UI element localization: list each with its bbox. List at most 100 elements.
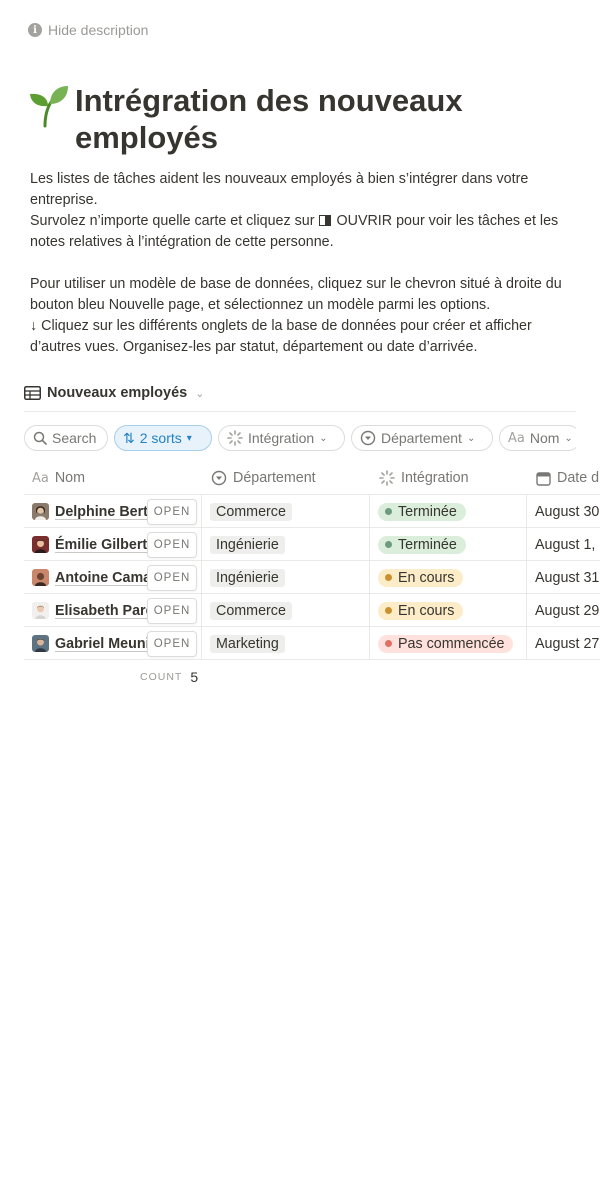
department-tag: Ingénierie bbox=[210, 535, 285, 554]
open-button[interactable]: OPEN bbox=[147, 565, 197, 591]
table-row[interactable]: Antoine Cama OPEN Ingénierie En cours Au… bbox=[24, 560, 600, 594]
status-dot bbox=[385, 640, 392, 647]
column-divider bbox=[526, 594, 527, 627]
integration-cell[interactable]: En cours bbox=[378, 594, 528, 627]
name-cell[interactable]: Delphine Bertr OPEN bbox=[24, 495, 201, 528]
department-cell[interactable]: Ingénierie bbox=[210, 561, 370, 594]
seedling-icon[interactable] bbox=[24, 82, 72, 130]
department-cell[interactable]: Commerce bbox=[210, 594, 370, 627]
column-header-integration[interactable]: Intégration bbox=[379, 462, 469, 494]
date-value: August 29 bbox=[535, 602, 600, 619]
search-label: Search bbox=[52, 430, 97, 446]
table-row[interactable]: Delphine Bertr OPEN Commerce Terminée Au… bbox=[24, 494, 600, 528]
text-property-icon: Aa bbox=[32, 470, 49, 486]
name-cell[interactable]: Gabriel Meuni OPEN bbox=[24, 627, 201, 660]
department-cell[interactable]: Ingénierie bbox=[210, 528, 370, 561]
table-row[interactable]: Gabriel Meuni OPEN Marketing Pas commenc… bbox=[24, 626, 600, 660]
employee-name[interactable]: Elisabeth Pare bbox=[55, 603, 154, 619]
column-header-date-label: Date d bbox=[557, 470, 600, 486]
name-cell[interactable]: Antoine Cama OPEN bbox=[24, 561, 201, 594]
search-pill[interactable]: Search bbox=[24, 425, 108, 451]
column-divider bbox=[201, 561, 202, 594]
department-tag: Ingénierie bbox=[210, 568, 285, 587]
count-label: COUNT bbox=[140, 671, 183, 683]
column-divider bbox=[526, 495, 527, 528]
select-icon bbox=[211, 470, 227, 486]
name-cell[interactable]: Elisabeth Pare OPEN bbox=[24, 594, 201, 627]
open-page-icon bbox=[318, 215, 331, 226]
department-cell[interactable]: Marketing bbox=[210, 627, 370, 660]
sort-arrows-icon: ⇅ bbox=[123, 429, 135, 446]
status-label: Terminée bbox=[398, 503, 457, 520]
date-cell[interactable]: August 31 bbox=[535, 561, 600, 594]
sorts-pill[interactable]: ⇅ 2 sorts ▾ bbox=[114, 425, 212, 451]
employee-name[interactable]: Gabriel Meuni bbox=[55, 636, 150, 652]
integration-cell[interactable]: Pas commencée bbox=[378, 627, 528, 660]
count-value: 5 bbox=[190, 669, 199, 685]
database-view-selector[interactable]: Nouveaux employés ⌄ bbox=[24, 382, 204, 404]
hide-description-label: Hide description bbox=[48, 22, 149, 38]
department-tag: Marketing bbox=[210, 634, 285, 653]
date-cell[interactable]: August 1, bbox=[535, 528, 600, 561]
name-filter-label: Nom bbox=[529, 430, 560, 446]
column-divider bbox=[369, 528, 370, 561]
description-line-4: ↓ Cliquez sur les différents onglets de … bbox=[30, 318, 532, 355]
date-value: August 31 bbox=[535, 569, 600, 586]
status-dot bbox=[385, 508, 392, 515]
chevron-down-icon: ⌄ bbox=[466, 432, 476, 444]
count-summary[interactable]: COUNT 5 bbox=[140, 668, 198, 686]
status-label: Pas commencée bbox=[398, 635, 505, 652]
date-value: August 1, bbox=[535, 536, 596, 553]
table-header: Aa Nom Département Intégration Date d bbox=[24, 462, 600, 494]
name-cell[interactable]: Émilie Gilbert OPEN bbox=[24, 528, 201, 561]
column-divider bbox=[369, 594, 370, 627]
column-header-department[interactable]: Département bbox=[211, 462, 316, 494]
select-icon bbox=[360, 430, 376, 446]
date-cell[interactable]: August 27 bbox=[535, 627, 600, 660]
status-badge: Terminée bbox=[378, 502, 466, 521]
column-header-date[interactable]: Date d bbox=[536, 462, 599, 494]
employee-name[interactable]: Émilie Gilbert bbox=[55, 537, 147, 553]
employee-name[interactable]: Antoine Cama bbox=[55, 570, 151, 586]
status-dot bbox=[385, 607, 392, 614]
department-tag: Commerce bbox=[210, 601, 292, 620]
chevron-down-icon: ▾ bbox=[186, 432, 192, 444]
sorts-label: 2 sorts bbox=[139, 430, 182, 446]
employee-name[interactable]: Delphine Bertr bbox=[55, 504, 154, 520]
table-row[interactable]: Elisabeth Pare OPEN Commerce En cours Au… bbox=[24, 593, 600, 627]
open-button[interactable]: OPEN bbox=[147, 532, 197, 558]
status-label: Terminée bbox=[398, 536, 457, 553]
date-value: August 27 bbox=[535, 635, 600, 652]
status-badge: Pas commencée bbox=[378, 634, 514, 653]
page-description: Les listes de tâches aident les nouveaux… bbox=[30, 169, 580, 358]
hide-description-toggle[interactable]: i Hide description bbox=[28, 20, 148, 40]
chevron-down-icon: ⌄ bbox=[195, 387, 205, 400]
filter-bar: Search ⇅ 2 sorts ▾ Intégration ⌄ Départe… bbox=[24, 425, 576, 453]
open-button[interactable]: OPEN bbox=[147, 598, 197, 624]
column-divider bbox=[201, 495, 202, 528]
database-table: Aa Nom Département Intégration Date d De… bbox=[24, 462, 600, 662]
table-row[interactable]: Émilie Gilbert OPEN Ingénierie Terminée … bbox=[24, 527, 600, 561]
avatar bbox=[32, 536, 49, 553]
column-divider bbox=[526, 561, 527, 594]
date-cell[interactable]: August 30 bbox=[535, 495, 600, 528]
status-badge: En cours bbox=[378, 568, 464, 587]
integration-cell[interactable]: Terminée bbox=[378, 495, 528, 528]
integration-filter-label: Intégration bbox=[248, 430, 315, 446]
avatar bbox=[32, 569, 49, 586]
column-header-name[interactable]: Aa Nom bbox=[32, 462, 85, 494]
department-cell[interactable]: Commerce bbox=[210, 495, 370, 528]
name-filter-pill[interactable]: Aa Nom ⌄ bbox=[499, 425, 576, 451]
column-header-integration-label: Intégration bbox=[401, 470, 469, 486]
table-icon bbox=[24, 386, 41, 400]
description-line-3: Pour utiliser un modèle de base de donné… bbox=[30, 276, 562, 313]
open-button[interactable]: OPEN bbox=[147, 499, 197, 525]
date-cell[interactable]: August 29 bbox=[535, 594, 600, 627]
department-filter-pill[interactable]: Département ⌄ bbox=[351, 425, 493, 451]
open-button[interactable]: OPEN bbox=[147, 631, 197, 657]
column-divider bbox=[526, 627, 527, 660]
description-line-2: Survolez n’importe quelle carte et cliqu… bbox=[30, 211, 580, 253]
integration-cell[interactable]: Terminée bbox=[378, 528, 528, 561]
integration-filter-pill[interactable]: Intégration ⌄ bbox=[218, 425, 345, 451]
integration-cell[interactable]: En cours bbox=[378, 561, 528, 594]
